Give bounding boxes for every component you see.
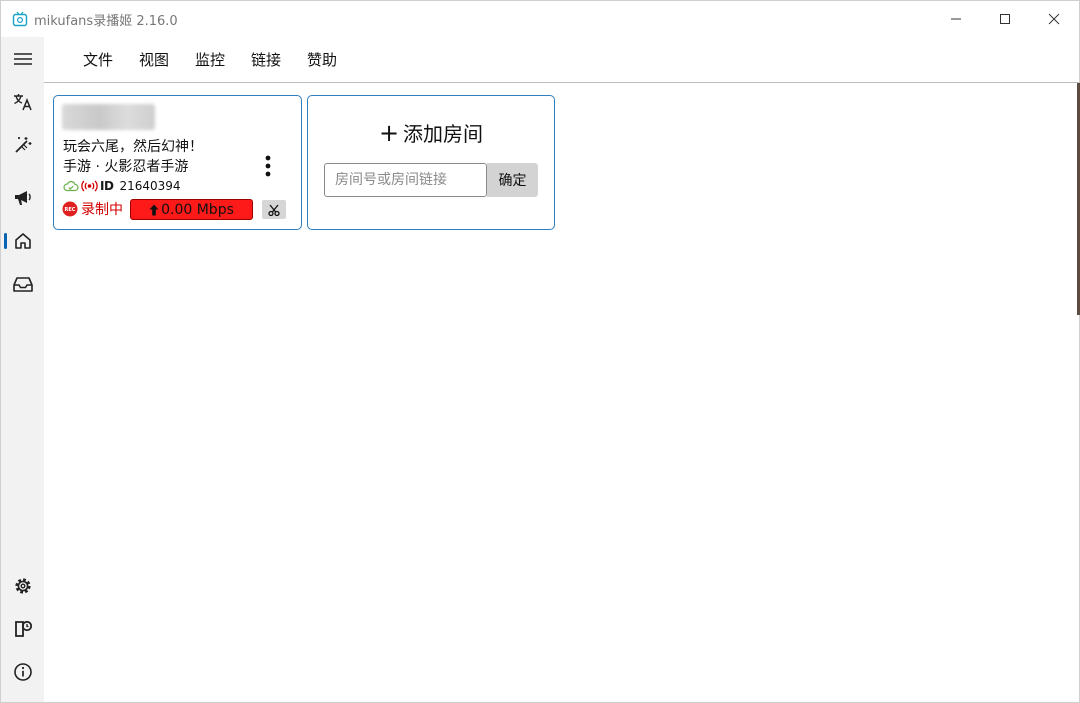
add-room-card: + 添加房间 确定 (307, 95, 555, 230)
nav-item-home[interactable] (1, 223, 44, 259)
menu-bar: 文件 视图 监控 链接 赞助 (44, 37, 1079, 83)
arrow-up-icon (149, 204, 159, 215)
more-vertical-icon (265, 155, 271, 177)
log-icon (14, 620, 32, 637)
svg-text:REC: REC (65, 207, 76, 213)
nav-item-settings[interactable] (1, 568, 44, 604)
window-title: mikufans录播姬 2.16.0 (34, 14, 178, 29)
cloud-check-icon (63, 181, 79, 192)
nav-item-about[interactable] (1, 654, 44, 690)
menu-file[interactable]: 文件 (83, 49, 113, 70)
room-title: 玩会六尾，然后幻神！ (63, 139, 203, 155)
scissors-icon (268, 204, 280, 216)
room-status-row: ID 21640394 (63, 178, 181, 194)
app-window: mikufans录播姬 2.16.0 文件 视图 监控 链接 赞助 玩会六尾，然… (0, 0, 1080, 703)
add-room-title: + 添加房间 (308, 118, 554, 147)
settings-gear-icon (14, 578, 31, 594)
menu-view[interactable]: 视图 (139, 49, 169, 70)
streamer-name-blurred (62, 104, 155, 130)
minimize-button[interactable] (933, 1, 979, 37)
add-room-label: 添加房间 (403, 122, 484, 146)
nav-item-storage[interactable] (1, 266, 44, 302)
plus-icon: + (378, 118, 400, 147)
nav-item-logs[interactable] (1, 611, 44, 647)
hamburger-menu-icon (13, 53, 32, 65)
nav-item-language[interactable] (1, 84, 44, 120)
side-navigation (1, 37, 44, 702)
inbox-icon (12, 277, 33, 292)
close-button[interactable] (1031, 1, 1077, 37)
title-bar: mikufans录播姬 2.16.0 (1, 1, 1079, 37)
upload-speed-badge: 0.00 Mbps (130, 199, 253, 220)
room-id-input[interactable] (324, 163, 487, 197)
room-area: 手游 · 火影忍者手游 (63, 159, 189, 175)
minimize-icon (951, 18, 961, 20)
translate-icon (13, 94, 32, 111)
room-more-button[interactable] (258, 152, 278, 180)
room-card[interactable]: 玩会六尾，然后幻神！ 手游 · 火影忍者手游 ID 21640394 REC 录… (53, 95, 302, 230)
menu-monitor[interactable]: 监控 (195, 49, 225, 70)
maximize-icon (1000, 14, 1010, 24)
nav-item-announcement[interactable] (1, 180, 44, 216)
tv-icon (12, 11, 28, 27)
room-id: 21640394 (119, 179, 181, 193)
megaphone-icon (14, 191, 31, 205)
recording-label: 录制中 (81, 202, 123, 218)
wand-icon (14, 137, 31, 153)
home-icon (14, 233, 31, 249)
rec-badge-icon: REC (62, 201, 78, 217)
split-recording-button[interactable] (262, 200, 286, 219)
confirm-add-button[interactable]: 确定 (487, 163, 538, 197)
info-icon (13, 663, 32, 681)
menu-link[interactable]: 链接 (251, 49, 281, 70)
nav-toggle-button[interactable] (1, 41, 44, 77)
id-label: ID (100, 179, 114, 193)
live-broadcast-icon (81, 180, 98, 192)
menu-sponsor[interactable]: 赞助 (307, 49, 337, 70)
nav-item-toolbox[interactable] (1, 127, 44, 163)
upload-speed: 0.00 Mbps (161, 201, 234, 218)
recording-status: REC 录制中 (62, 199, 123, 219)
close-icon (1048, 13, 1060, 25)
maximize-button[interactable] (982, 1, 1028, 37)
